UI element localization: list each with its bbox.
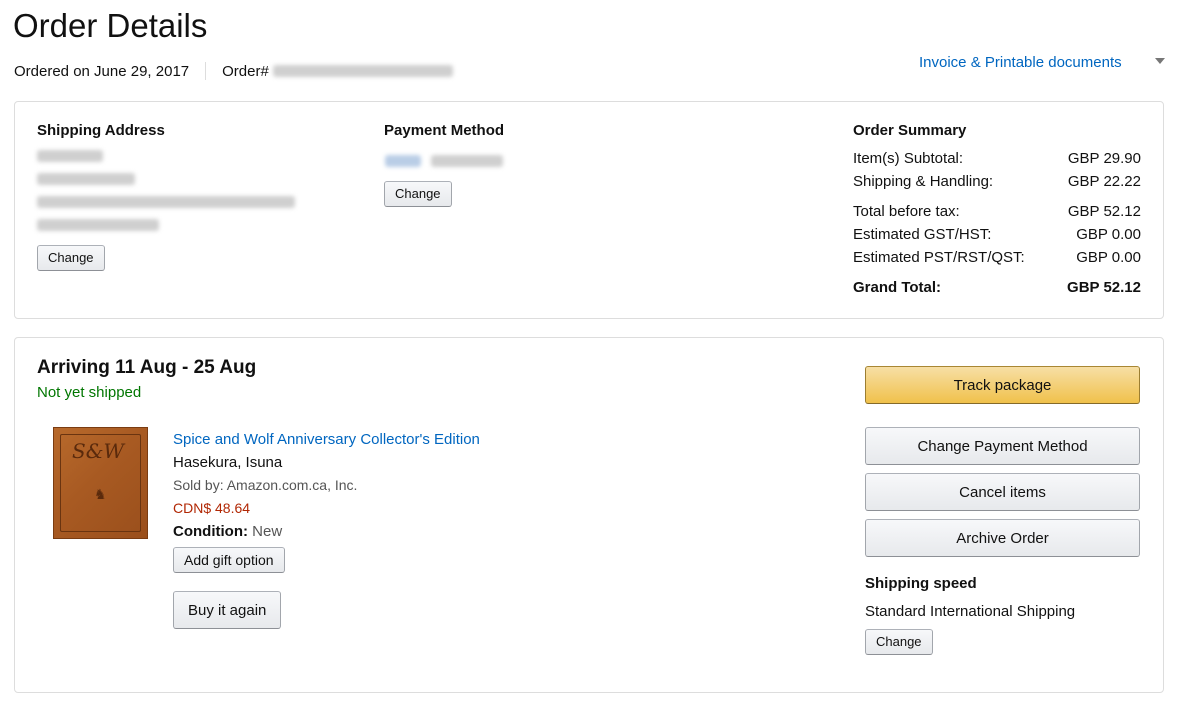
- order-summary-title: Order Summary: [853, 122, 967, 139]
- summary-label: Estimated PST/RST/QST:: [853, 249, 1025, 266]
- summary-value: GBP 52.12: [1067, 203, 1141, 220]
- product-seller: Sold by: Amazon.com.ca, Inc.: [173, 477, 358, 493]
- order-number-redacted: [272, 65, 453, 77]
- condition-label: Condition:: [173, 523, 248, 540]
- summary-value: GBP 29.90: [1067, 150, 1141, 167]
- track-package-button[interactable]: Track package: [865, 366, 1140, 404]
- summary-label: Item(s) Subtotal:: [853, 150, 964, 167]
- summary-value: GBP 0.00: [1076, 226, 1141, 243]
- product-image[interactable]: S&W ♞: [53, 427, 148, 539]
- archive-order-button[interactable]: Archive Order: [865, 519, 1140, 557]
- add-gift-option-button[interactable]: Add gift option: [173, 547, 285, 573]
- buy-again-button[interactable]: Buy it again: [173, 591, 282, 629]
- order-summary: Item(s) Subtotal: GBP 29.90 Shipping & H…: [853, 147, 1141, 299]
- caret-down-icon[interactable]: [1155, 58, 1165, 64]
- shipping-address-title: Shipping Address: [37, 122, 165, 139]
- grand-total-row: Grand Total: GBP 52.12: [853, 276, 1141, 299]
- item-info: Spice and Wolf Anniversary Collector's E…: [173, 428, 480, 543]
- summary-row: Item(s) Subtotal: GBP 29.90: [853, 147, 1141, 170]
- summary-row: Shipping & Handling: GBP 22.22: [853, 170, 1141, 193]
- summary-value: GBP 0.00: [1076, 249, 1141, 266]
- condition-value: New: [252, 523, 283, 540]
- invoice-link[interactable]: Invoice & Printable documents: [919, 53, 1122, 73]
- change-payment-button[interactable]: Change: [384, 181, 452, 207]
- meta-divider: [205, 62, 207, 80]
- order-number-label: Order#: [222, 62, 269, 80]
- product-author: Hasekura, Isuna: [173, 454, 283, 471]
- shipping-address-redacted: [37, 150, 295, 242]
- summary-row: Estimated GST/HST: GBP 0.00: [853, 223, 1141, 246]
- product-title-link[interactable]: Spice and Wolf Anniversary Collector's E…: [173, 428, 480, 451]
- page-title: Order Details: [13, 7, 208, 44]
- summary-row: Estimated PST/RST/QST: GBP 0.00: [853, 246, 1141, 269]
- order-info-box: Shipping Address Change Payment Method C…: [14, 101, 1164, 319]
- summary-label: Shipping & Handling:: [853, 173, 994, 190]
- shipping-speed-title: Shipping speed: [865, 575, 977, 592]
- grand-total-value: GBP 52.12: [1067, 279, 1141, 296]
- product-condition: Condition: New: [173, 520, 480, 543]
- shipping-speed-value: Standard International Shipping: [865, 603, 1076, 620]
- shipment-status: Not yet shipped: [37, 384, 142, 401]
- shipment-box: Arriving 11 Aug - 25 Aug Not yet shipped…: [14, 337, 1164, 693]
- grand-total-label: Grand Total:: [853, 279, 942, 296]
- wolf-emblem-icon: ♞: [94, 486, 107, 502]
- summary-label: Estimated GST/HST:: [853, 226, 992, 243]
- product-price: CDN$ 48.64: [173, 500, 251, 516]
- payment-method-title: Payment Method: [384, 122, 505, 139]
- summary-value: GBP 22.22: [1067, 173, 1141, 190]
- payment-card-redacted: [385, 152, 504, 170]
- book-title-glyph-icon: S&W: [72, 439, 125, 463]
- ordered-date: Ordered on June 29, 2017: [14, 62, 190, 80]
- arrival-date: Arriving 11 Aug - 25 Aug: [37, 357, 257, 378]
- summary-row: Total before tax: GBP 52.12: [853, 200, 1141, 223]
- summary-label: Total before tax:: [853, 203, 960, 220]
- order-meta: Ordered on June 29, 2017 Order#: [14, 61, 453, 81]
- change-shipping-speed-button[interactable]: Change: [865, 629, 933, 655]
- cancel-items-button[interactable]: Cancel items: [865, 473, 1140, 511]
- change-address-button[interactable]: Change: [37, 245, 105, 271]
- change-payment-method-button[interactable]: Change Payment Method: [865, 427, 1140, 465]
